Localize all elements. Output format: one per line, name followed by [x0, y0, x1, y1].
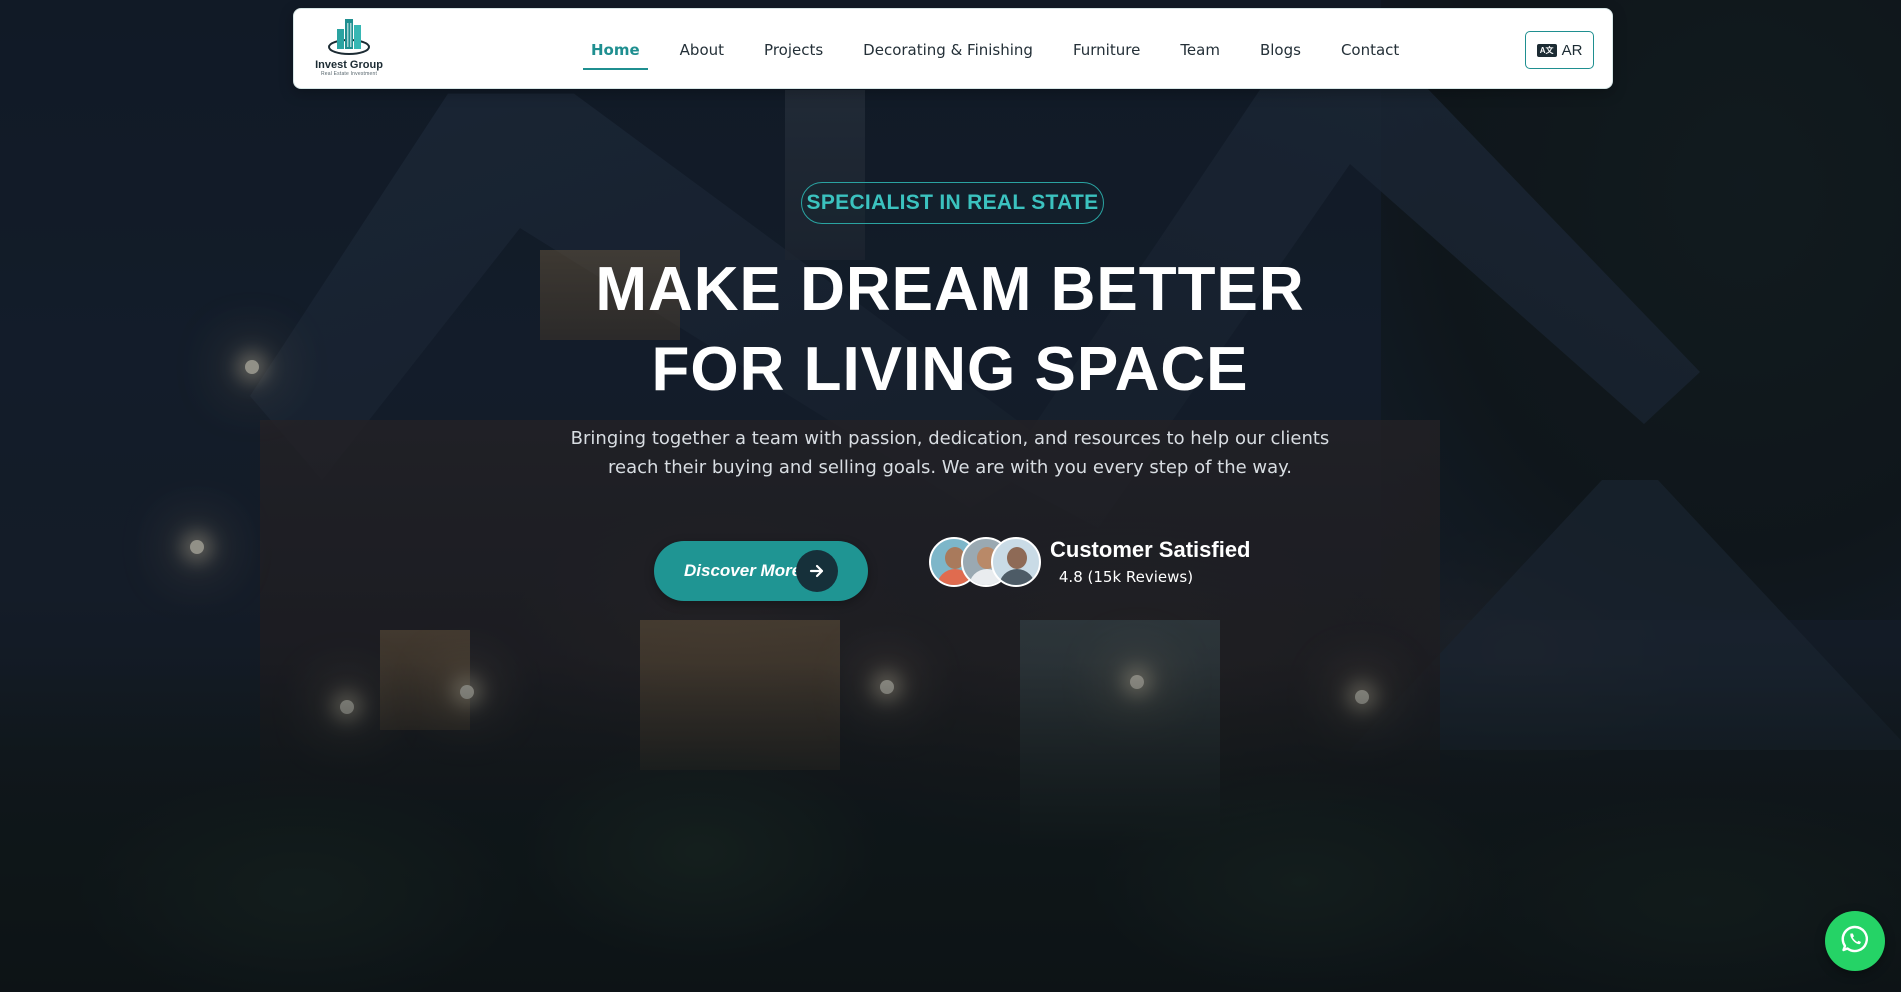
nav-item-decorating-finishing[interactable]: Decorating & Finishing: [843, 9, 1053, 90]
hero-badge: SPECIALIST IN REAL STATE: [801, 182, 1104, 224]
whatsapp-button[interactable]: [1825, 911, 1885, 971]
nav-item-blogs[interactable]: Blogs: [1240, 9, 1321, 90]
nav-item-furniture[interactable]: Furniture: [1053, 9, 1160, 90]
nav-item-team[interactable]: Team: [1160, 9, 1240, 90]
nav-item-projects[interactable]: Projects: [744, 9, 843, 90]
hero-subtitle: Bringing together a team with passion, d…: [570, 428, 1330, 478]
nav-item-about[interactable]: About: [660, 9, 744, 90]
brand-name: Invest Group: [315, 59, 383, 71]
nav-item-contact[interactable]: Contact: [1321, 9, 1419, 90]
brand-logo[interactable]: Invest Group Real Estate Investment: [304, 15, 394, 85]
discover-more-label: Discover More: [684, 561, 802, 580]
satisfaction-title: Customer Satisfied: [1050, 537, 1251, 562]
arrow-right-icon: [796, 550, 838, 592]
hero-headline-line-1: MAKE DREAM BETTER: [595, 255, 1305, 324]
language-switch-button[interactable]: A文 AR: [1525, 31, 1594, 69]
language-icon: A文: [1536, 43, 1557, 57]
language-label: AR: [1561, 41, 1583, 59]
whatsapp-icon: [1840, 924, 1870, 959]
satisfaction-reviews: 4.8 (15k Reviews): [1058, 568, 1194, 586]
hero-headline-line-2: FOR LIVING SPACE: [651, 335, 1249, 404]
navbar: Invest Group Real Estate Investment Home…: [293, 8, 1613, 89]
main-navigation: Home About Projects Decorating & Finishi…: [571, 9, 1419, 90]
hero-overlay: [0, 0, 1901, 992]
hero-headline: MAKE DREAM BETTER FOR LIVING SPACE: [450, 250, 1450, 410]
nav-item-home[interactable]: Home: [571, 9, 660, 90]
brand-tagline: Real Estate Investment: [320, 71, 378, 77]
customer-avatars: [929, 537, 1041, 591]
buildings-logo-icon: [326, 15, 372, 57]
hero-background: [0, 0, 1901, 992]
discover-more-button[interactable]: Discover More: [654, 541, 868, 601]
